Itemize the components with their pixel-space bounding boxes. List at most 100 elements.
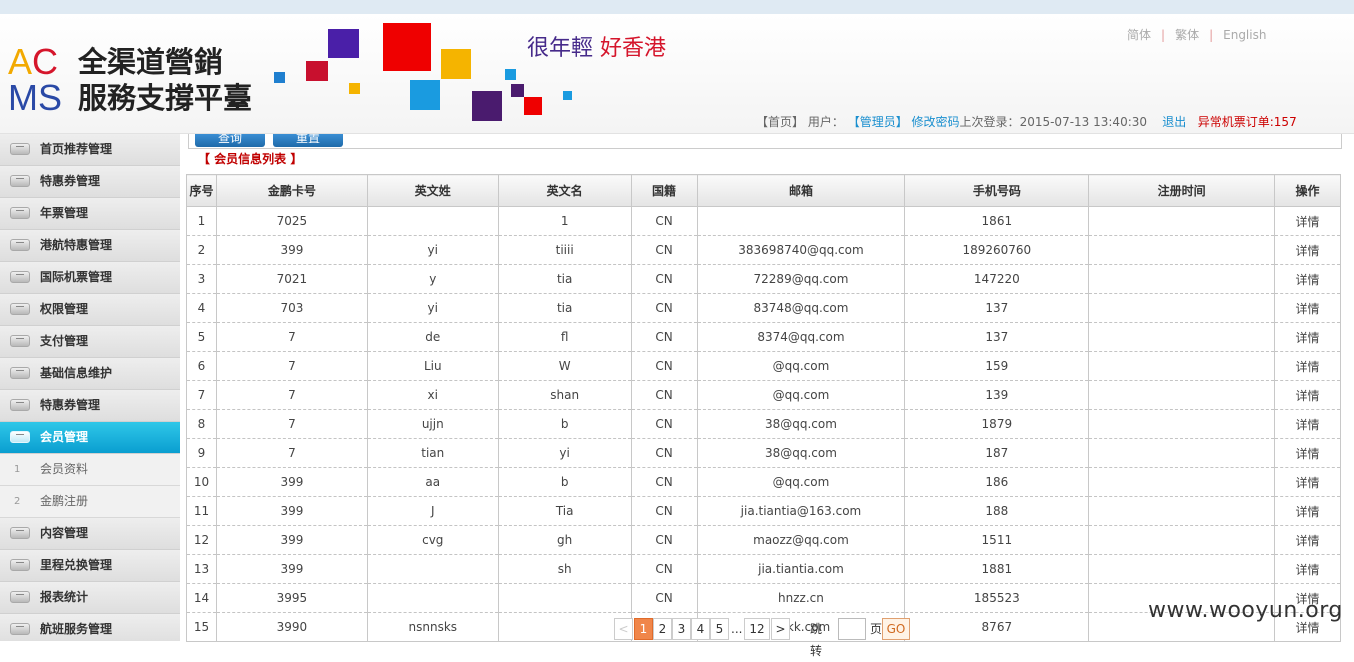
sidebar-item-coupons-2[interactable]: 特惠券管理: [0, 390, 180, 422]
table-row: 4 703 yi tia CN 83748@qq.com 137 详情: [186, 293, 1341, 323]
lang-simplified[interactable]: 简体: [1127, 28, 1151, 42]
sidebar-item-annual-ticket[interactable]: 年票管理: [0, 198, 180, 230]
details-link[interactable]: 详情: [1274, 380, 1341, 410]
details-link[interactable]: 详情: [1274, 206, 1341, 236]
table-cell: CN: [630, 496, 698, 526]
table-cell: 187: [904, 438, 1090, 468]
sidebar-item-coupons[interactable]: 特惠券管理: [0, 166, 180, 198]
logo-title: 全渠道營銷 服務支撐平臺: [78, 44, 252, 116]
table-cell: 14: [186, 583, 217, 613]
page-2-button[interactable]: 2: [653, 618, 672, 640]
sidebar-item-basic-info[interactable]: 基础信息维护: [0, 358, 180, 390]
go-button[interactable]: GO: [882, 618, 910, 640]
sidebar-item-reports[interactable]: 报表统计: [0, 582, 180, 614]
user-bar: 【首页】 用户： 【管理员】 修改密码上次登录：2015-07-13 13:40…: [756, 113, 1297, 130]
sidebar-item-hk-airline-deals[interactable]: 港航特惠管理: [0, 230, 180, 262]
lang-english[interactable]: English: [1223, 28, 1266, 42]
sidebar-item-members[interactable]: 会员管理: [0, 422, 180, 454]
table-cell: [366, 583, 499, 613]
table-row: 6 7 Liu W CN @qq.com 159 详情: [186, 351, 1341, 381]
table-cell: 3995: [215, 583, 368, 613]
page-1-button[interactable]: 1: [634, 618, 653, 640]
sidebar-subitem-member-profile[interactable]: 1 会员资料: [0, 454, 180, 486]
details-link[interactable]: 详情: [1274, 264, 1341, 294]
table-cell: 1881: [904, 554, 1090, 584]
table-cell: sh: [497, 554, 632, 584]
table-cell: @qq.com: [696, 467, 906, 497]
folder-icon: [10, 399, 30, 411]
sidebar-subitem-phoenix-registration[interactable]: 2 金鹏注册: [0, 486, 180, 518]
user-name[interactable]: 【管理员】: [848, 115, 908, 129]
logout-link[interactable]: 退出: [1162, 115, 1186, 129]
table-row: 13 399 sh CN jia.tiantia.com 1881 详情: [186, 554, 1341, 584]
details-link[interactable]: 详情: [1274, 525, 1341, 555]
table-cell: [497, 583, 632, 613]
change-password-link[interactable]: 修改密码: [912, 115, 960, 129]
lang-traditional[interactable]: 繁体: [1175, 28, 1199, 42]
table-cell: 12: [186, 525, 217, 555]
table-cell: fl: [497, 322, 632, 352]
table-cell: [1088, 206, 1276, 236]
slogan: 很年輕 好香港: [527, 36, 666, 62]
table-cell: 7: [186, 380, 217, 410]
table-cell: Liu: [366, 351, 499, 381]
table-cell: 399: [215, 554, 368, 584]
column-header: 邮箱: [696, 174, 906, 207]
folder-icon: [10, 143, 30, 155]
table-row: 8 7 ujjn b CN 38@qq.com 1879 详情: [186, 409, 1341, 439]
table-cell: yi: [366, 293, 499, 323]
sidebar-item-flight-service[interactable]: 航班服务管理: [0, 614, 180, 641]
sidebar-item-permissions[interactable]: 权限管理: [0, 294, 180, 326]
column-header: 金鹏卡号: [215, 174, 368, 207]
reset-button[interactable]: 重置: [273, 134, 343, 147]
page-5-button[interactable]: 5: [710, 618, 729, 640]
table-cell: CN: [630, 206, 698, 236]
query-button[interactable]: 查询: [195, 134, 265, 147]
sidebar-item-intl-tickets[interactable]: 国际机票管理: [0, 262, 180, 294]
folder-icon: [10, 367, 30, 379]
abnormal-orders-link[interactable]: 异常机票订单:157: [1198, 115, 1297, 129]
table-cell: @qq.com: [696, 380, 906, 410]
member-table: 序号 金鹏卡号 英文姓 英文名 国籍 邮箱 手机号码 注册时间 操作 1 7025 1 CN 1861 详…: [186, 174, 1341, 642]
details-link[interactable]: 详情: [1274, 467, 1341, 497]
sidebar-item-payment[interactable]: 支付管理: [0, 326, 180, 358]
details-link[interactable]: 详情: [1274, 322, 1341, 352]
folder-icon: [10, 591, 30, 603]
table-cell: CN: [630, 525, 698, 555]
table-cell: nsnnsks: [366, 612, 499, 642]
column-header: 注册时间: [1088, 174, 1276, 207]
details-link[interactable]: 详情: [1274, 496, 1341, 526]
table-cell: jia.tiantia.com: [696, 554, 906, 584]
details-link[interactable]: 详情: [1274, 235, 1341, 265]
details-link[interactable]: 详情: [1274, 293, 1341, 323]
details-link[interactable]: 详情: [1274, 438, 1341, 468]
page-12-button[interactable]: 12: [744, 618, 770, 640]
sidebar-item-mileage[interactable]: 里程兑换管理: [0, 550, 180, 582]
table-cell: tia: [497, 293, 632, 323]
sidebar-item-homepage-recommend[interactable]: 首页推荐管理: [0, 134, 180, 166]
table-cell: maozz@qq.com: [696, 525, 906, 555]
details-link[interactable]: 详情: [1274, 554, 1341, 584]
table-cell: 383698740@qq.com: [696, 235, 906, 265]
table-cell: 7025: [215, 206, 368, 236]
table-cell: CN: [630, 293, 698, 323]
slogan-part2: 好香港: [600, 36, 667, 61]
details-link[interactable]: 详情: [1274, 409, 1341, 439]
table-cell: CN: [630, 554, 698, 584]
sidebar-item-content[interactable]: 内容管理: [0, 518, 180, 550]
table-cell: hnzz.cn: [696, 583, 906, 613]
header: AC MS 全渠道營銷 服務支撐平臺 很年輕 好香港 简体 | 繁体 | English…: [0, 14, 1354, 134]
details-link[interactable]: 详情: [1274, 351, 1341, 381]
table-cell: cvg: [366, 525, 499, 555]
page-3-button[interactable]: 3: [672, 618, 691, 640]
home-link[interactable]: 【首页】: [756, 115, 804, 129]
table-cell: 2: [186, 235, 217, 265]
table-cell: ujjn: [366, 409, 499, 439]
page-jump-input[interactable]: [838, 618, 866, 640]
page-4-button[interactable]: 4: [691, 618, 710, 640]
column-header: 国籍: [630, 174, 698, 207]
folder-icon: [10, 303, 30, 315]
next-page-button[interactable]: >: [771, 618, 790, 640]
table-cell: 9: [186, 438, 217, 468]
prev-page-button[interactable]: <: [614, 618, 633, 640]
